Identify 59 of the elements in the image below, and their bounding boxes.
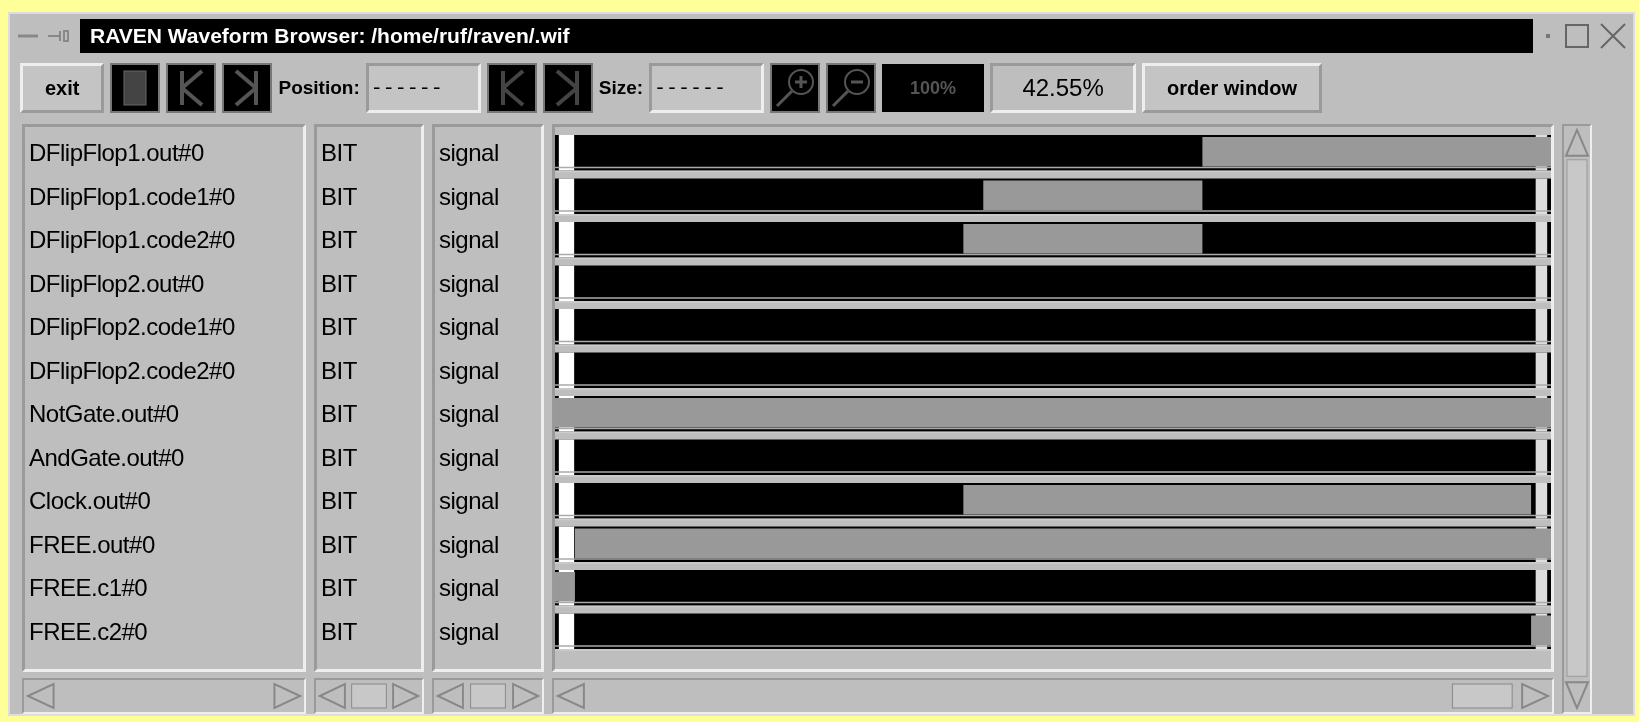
signal-kind: signal [438,312,500,342]
signal-type: BIT [320,138,358,168]
signal-type: BIT [320,312,358,342]
horizontal-scrollbar[interactable] [22,678,306,714]
signal-kind: signal [438,529,500,560]
zoom-in-button[interactable] [770,63,821,113]
signal-name[interactable]: DFlipFlop1.code2#0 [25,218,303,262]
signal-type: BIT [320,181,358,212]
signal-type: BIT [320,225,358,255]
signal-name[interactable]: DFlipFlop2.code2#0 [25,348,303,392]
signal-name[interactable]: FREE.c2#0 [25,609,303,653]
signal-name[interactable]: DFlipFlop2.code1#0 [25,305,303,349]
signal-kind: signal [438,442,500,473]
exit-button[interactable]: exit [20,63,105,113]
horizontal-scrollbar[interactable] [314,678,424,714]
zoom-out-button[interactable] [826,63,877,113]
signal-name[interactable]: DFlipFlop1.code1#0 [25,174,303,218]
previous-button[interactable] [486,63,537,113]
signal-type: BIT [320,355,358,386]
signal-type: BIT [320,442,358,473]
window-menu-icon[interactable] [16,28,72,44]
position-field[interactable]: ------ [365,63,481,113]
signal-name[interactable]: FREE.c1#0 [25,566,303,610]
signal-type: BIT [320,268,358,299]
last-button[interactable] [222,63,273,113]
signal-kind: signal [438,573,500,603]
signal-type: BIT [320,529,358,560]
signal-kind: signal [438,616,500,647]
signal-name[interactable]: DFlipFlop1.out#0 [25,131,303,175]
signal-name[interactable]: Clock.out#0 [25,479,303,523]
signal-kind: signal [438,181,500,212]
signal-kind: signal [438,225,500,255]
signal-kind: signal [438,268,500,299]
signal-type: BIT [320,399,358,429]
signal-kind: signal [438,355,500,386]
signal-kind: signal [438,399,500,429]
size-label: Size: [598,77,644,99]
signal-name[interactable]: NotGate.out#0 [25,392,303,436]
signal-kind: signal [438,486,500,516]
stop-button[interactable] [110,63,161,113]
order-window-button[interactable]: order window [1142,63,1323,113]
position-label: Position: [278,77,360,99]
zoom-value: 42.55% [990,63,1137,113]
maximize-icon[interactable] [1563,22,1591,50]
close-icon[interactable] [1599,22,1627,50]
signal-type: BIT [320,486,358,516]
signal-kind: signal [438,138,500,168]
horizontal-scrollbar[interactable] [432,678,544,714]
signal-name[interactable]: AndGate.out#0 [25,435,303,479]
vertical-scrollbar[interactable] [1562,124,1592,714]
size-field[interactable]: ------ [649,63,765,113]
horizontal-scrollbar[interactable] [552,678,1554,714]
signal-type: BIT [320,573,358,603]
next-button[interactable] [542,63,593,113]
signal-name[interactable]: FREE.out#0 [25,522,303,566]
signal-name[interactable]: DFlipFlop2.out#0 [25,261,303,305]
first-button[interactable] [166,63,217,113]
signal-type: BIT [320,616,358,647]
window-title: RAVEN Waveform Browser: /home/ruf/raven/.wif [80,19,1533,53]
